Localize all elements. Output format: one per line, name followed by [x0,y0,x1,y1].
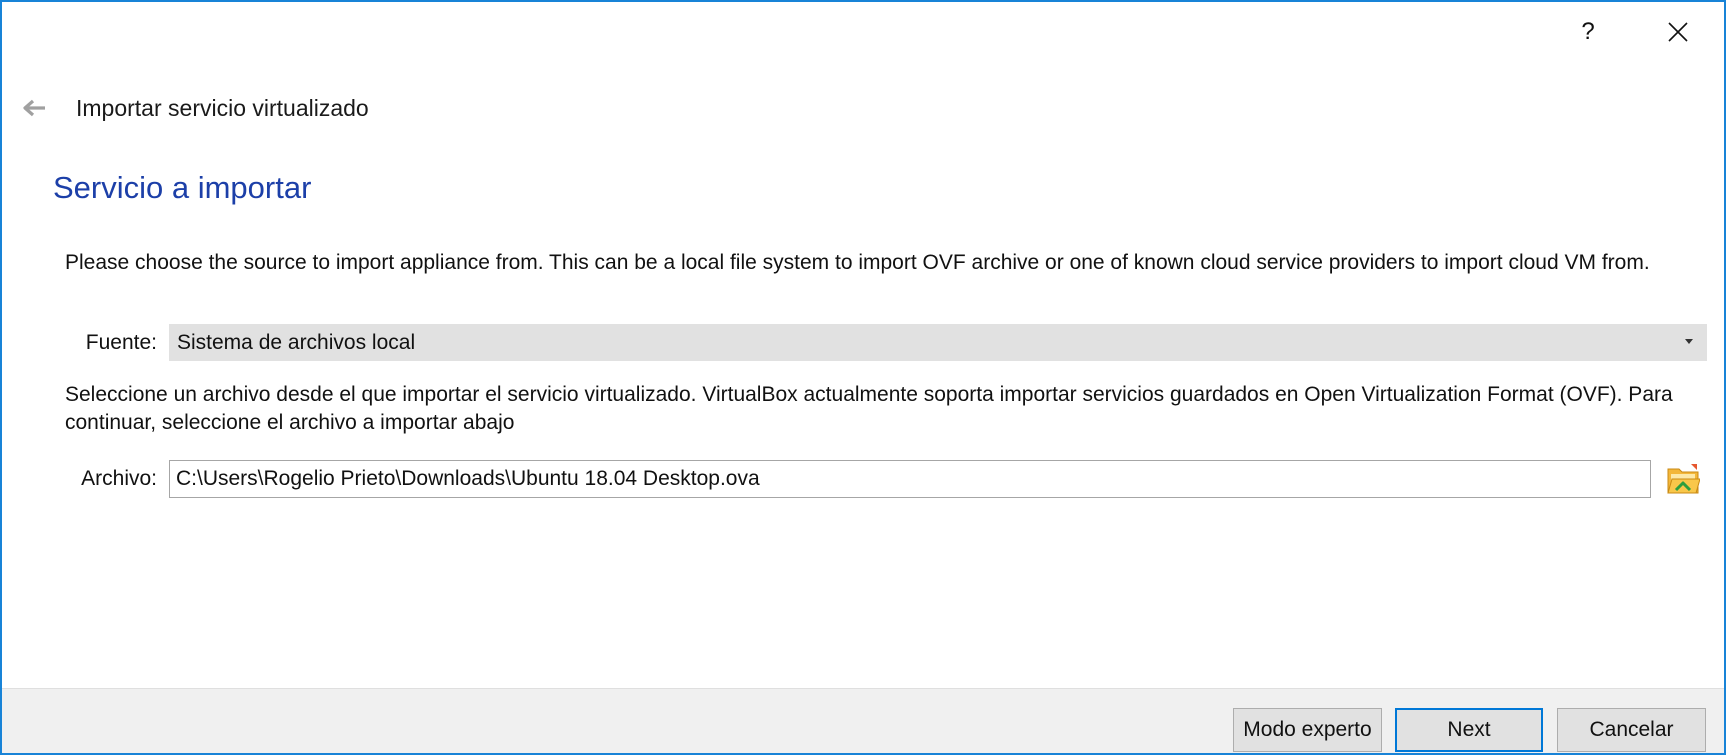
back-button[interactable] [18,92,50,124]
file-label: Archivo: [81,467,157,490]
import-appliance-dialog: ? Importar servicio virtualizado Servici… [0,0,1726,755]
source-description: Please choose the source to import appli… [65,251,1650,274]
file-path-input[interactable] [169,460,1651,498]
back-arrow-icon [23,99,45,117]
file-row: Archivo: [2,460,1724,498]
close-icon [1668,22,1688,42]
expert-mode-button[interactable]: Modo experto [1233,708,1382,752]
file-description: Seleccione un archivo desde el que impor… [65,383,1673,434]
source-label: Fuente: [85,331,157,354]
cancel-button[interactable]: Cancelar [1557,708,1706,752]
source-row: Fuente: Sistema de archivos local [2,324,1724,362]
folder-open-icon [1667,464,1700,494]
title-bar: ? [2,2,1724,62]
close-button[interactable] [1652,10,1704,54]
page-title: Servicio a importar [53,170,312,205]
browse-file-button[interactable] [1664,461,1702,497]
dropdown-arrow-icon [1685,339,1693,344]
help-button[interactable]: ? [1562,10,1614,54]
source-select-value: Sistema de archivos local [177,330,416,354]
next-button[interactable]: Next [1395,708,1543,752]
help-icon: ? [1581,18,1595,45]
button-bar: Modo experto Next Cancelar [2,688,1724,753]
wizard-header: Importar servicio virtualizado [18,88,369,128]
source-select[interactable]: Sistema de archivos local [169,324,1707,361]
wizard-title: Importar servicio virtualizado [76,94,369,121]
